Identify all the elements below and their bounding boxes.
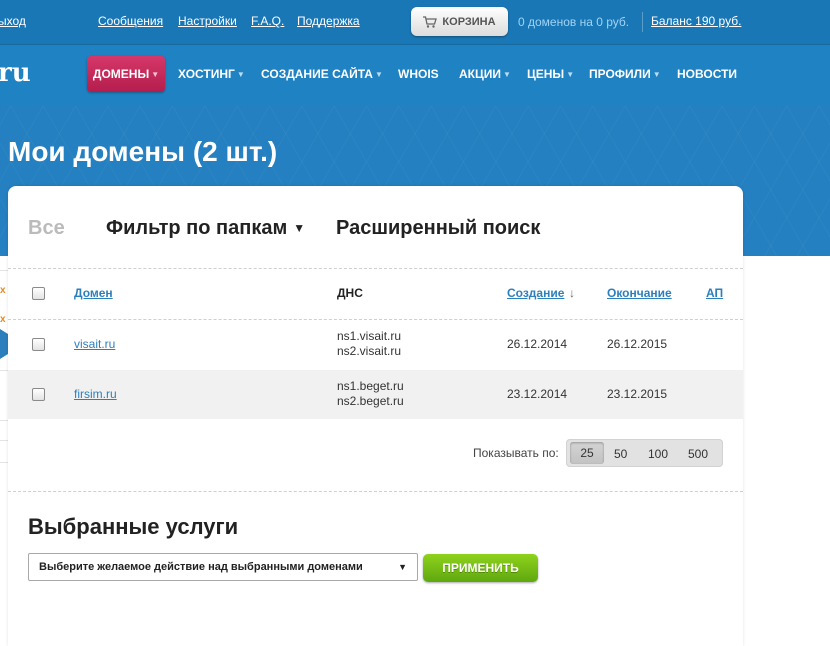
nav-item-label: WHOIS [398,67,439,81]
nav-item-label: НОВОСТИ [677,67,738,81]
cart-button[interactable]: КОРЗИНА [411,7,508,36]
domain-link[interactable]: firsim.ru [74,387,117,401]
dns-server: ns2.visait.ru [337,344,402,358]
nav-item-label: СОЗДАНИЕ САЙТА [261,67,373,81]
balance-link[interactable]: Баланс 190 руб. [651,14,741,28]
nav-item-whois[interactable]: WHOIS [398,67,439,81]
nav-item-label: ПРОФИЛИ [589,67,651,81]
divider [0,370,8,371]
per-page-option[interactable]: 100 [648,447,668,461]
dns-cell: ns1.visait.ru ns2.visait.ru [337,329,401,359]
divider [8,319,743,320]
nav-item-label: АКЦИИ [459,67,502,81]
nav-item-profiles[interactable]: ПРОФИЛИ ▼ [589,67,661,81]
cart-label: КОРЗИНА [442,15,496,28]
nav-item-news[interactable]: НОВОСТИ [677,67,737,81]
row-checkbox[interactable] [32,388,45,401]
dns-cell: ns1.beget.ru ns2.beget.ru [337,379,404,409]
dropdown-arrow-icon: ▼ [398,562,407,572]
chevron-down-icon: ▼ [374,70,383,79]
divider [0,420,8,421]
created-date: 23.12.2014 [507,387,568,401]
nav-item-promotions[interactable]: АКЦИИ ▼ [459,67,511,81]
chevron-down-icon: ▼ [236,70,245,79]
created-date: 26.12.2014 [507,337,568,351]
chevron-down-icon: ▼ [151,69,160,79]
dns-server: ns1.visait.ru [337,329,402,343]
nav-item-prices[interactable]: ЦЕНЫ ▼ [527,67,574,81]
nav-item-site-creation[interactable]: СОЗДАНИЕ САЙТА ▼ [261,67,383,81]
chevron-down-icon: ▼ [566,70,575,79]
messages-link[interactable]: Сообщения [98,14,163,28]
per-page-option[interactable]: 50 [614,447,627,461]
apply-button[interactable]: ПРИМЕНИТЬ [423,554,538,582]
top-divider [642,12,643,32]
column-header-domain[interactable]: Домен [74,286,113,300]
column-header-dns: ДНС [337,286,363,300]
logout-link[interactable]: ыход [0,14,26,28]
per-page-label: Показывать по: [473,446,559,460]
divider [0,462,8,463]
nav-item-label: ХОСТИНГ [178,67,235,81]
cart-summary[interactable]: 0 доменов на 0 руб. [518,15,629,29]
settings-link[interactable]: Настройки [178,14,237,28]
support-link[interactable]: Поддержка [297,14,360,28]
expires-date: 23.12.2015 [607,387,668,401]
nav-item-domains[interactable]: ДОМЕНЫ ▼ [87,56,165,92]
select-value: Выберите желаемое действие над выбранным… [39,561,363,573]
cart-icon [423,15,438,28]
page-title: Мои домены (2 шт.) [8,136,278,167]
bulk-action-select[interactable]: Выберите желаемое действие над выбранным… [28,553,418,581]
left-sidebar-marker: x [0,285,6,296]
dns-server: ns1.beget.ru [337,379,404,393]
column-header-auto[interactable]: АП [706,286,723,300]
tab-label: Фильтр по папкам [106,217,288,239]
divider [8,491,743,492]
divider [0,270,8,271]
dns-server: ns2.beget.ru [337,394,404,408]
nav-item-label: ДОМЕНЫ [92,67,150,81]
per-page-option[interactable]: 500 [688,447,708,461]
sort-desc-icon: ↓ [569,286,575,300]
faq-link[interactable]: F.A.Q. [251,14,284,28]
site-logo[interactable]: ru [0,58,31,88]
tab-all[interactable]: Все [28,217,65,240]
left-sidebar-marker: x [0,314,6,325]
row-checkbox[interactable] [32,338,45,351]
chevron-down-icon: ▼ [652,70,661,79]
services-title: Выбранные услуги [28,514,239,539]
chevron-down-icon: ▼ [503,70,511,79]
divider [8,268,743,269]
select-all-checkbox[interactable] [32,287,45,300]
tab-folder-filter[interactable]: Фильтр по папкам ▼ [106,217,305,240]
top-bar: ыход Сообщения Настройки F.A.Q. Поддержк… [0,0,830,44]
per-page-option-selected[interactable]: 25 [570,442,604,464]
column-header-expires[interactable]: Окончание [607,286,672,300]
caret-down-icon: ▼ [293,221,306,235]
column-header-label: Создание [507,286,565,300]
domain-link[interactable]: visait.ru [74,337,115,351]
nav-item-hosting[interactable]: ХОСТИНГ ▼ [178,67,245,81]
tab-advanced-search[interactable]: Расширенный поиск [336,217,540,240]
expires-date: 26.12.2015 [607,337,668,351]
nav-item-label: ЦЕНЫ [527,67,565,81]
divider [0,440,8,441]
column-header-created[interactable]: Создание [507,286,564,300]
